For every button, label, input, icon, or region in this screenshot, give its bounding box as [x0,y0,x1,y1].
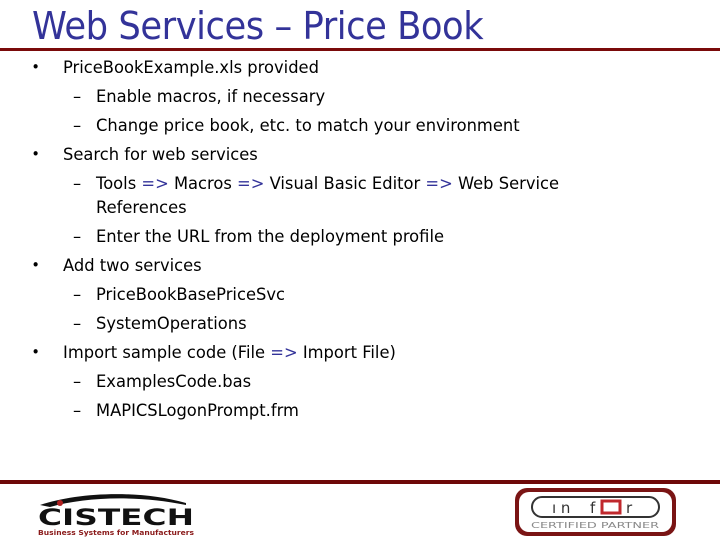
bullet-icon: • [31,145,40,163]
dash-icon: – [72,285,82,305]
sub-item: – Tools => Macros => Visual Basic Editor… [73,174,560,194]
sub-item-text: PriceBookBasePriceSvc [96,285,285,305]
bullet-item: • Add two services [31,256,202,276]
bullet-icon: • [31,256,40,274]
dash-icon: – [72,227,82,247]
title-divider [0,48,720,51]
dash-icon: – [72,174,82,194]
bullet-icon: • [31,58,40,76]
sub-item: – MAPICSLogonPrompt.frm [73,401,299,421]
dash-icon: – [72,87,82,107]
sub-item: – Enable macros, if necessary [73,87,326,107]
dash-icon: – [72,372,82,392]
sub-item-text: Enable macros, if necessary [96,87,326,107]
sub-item-text: SystemOperations [96,314,247,334]
arrow-icon: => [270,343,298,363]
cistech-logo: CISTECH Business Systems for Manufacture… [38,494,194,537]
infor-tagline: CERTIFIED PARTNER [531,521,660,530]
sub-item: – ExamplesCode.bas [73,372,252,392]
bullet-item: • Search for web services [31,145,258,165]
footer-divider [0,480,720,484]
cistech-tagline: Business Systems for Manufacturers [38,529,194,537]
bullet-item: • PriceBookExample.xls provided [31,58,319,78]
sub-item: – Change price book, etc. to match your … [73,116,520,136]
dash-icon: – [72,401,82,421]
sub-item-text: MAPICSLogonPrompt.frm [96,401,299,421]
bullet-text: PriceBookExample.xls provided [63,58,319,78]
sub-item-continuation: References [96,198,187,218]
dash-icon: – [72,116,82,136]
sub-item-text: ExamplesCode.bas [96,372,252,392]
arrow-icon: => [237,174,265,194]
sub-item-text: Change price book, etc. to match your en… [96,116,520,136]
bullet-text-part: Import sample code (File [63,343,266,363]
cistech-wordmark: CISTECH [38,506,194,531]
bullet-text: Search for web services [63,145,258,165]
infor-letters-in: ı n [552,499,570,517]
sub-item: – PriceBookBasePriceSvc [73,285,285,305]
dash-icon: – [72,314,82,334]
sub-item-text: Enter the URL from the deployment profil… [96,227,445,247]
sub-item: – Enter the URL from the deployment prof… [73,227,445,247]
menu-path-tools: Tools [96,174,137,194]
menu-path-web-service: Web Service [457,174,560,194]
menu-path-macros: Macros [173,174,232,194]
infor-logo: ı n f r CERTIFIED PARTNER [515,488,676,536]
infor-letter-f: f [590,499,596,517]
bullet-item: • Import sample code (File => Import Fil… [31,343,396,363]
slide-title: Web Services – Price Book [32,4,484,48]
bullet-text-part: Import File) [302,343,396,363]
arrow-icon: => [141,174,169,194]
sub-item: – SystemOperations [73,314,247,334]
infor-letter-r: r [626,499,633,517]
bullet-icon: • [31,343,40,361]
arrow-icon: => [425,174,453,194]
bullet-text: Add two services [63,256,202,276]
menu-path-vbe: Visual Basic Editor [269,174,421,194]
